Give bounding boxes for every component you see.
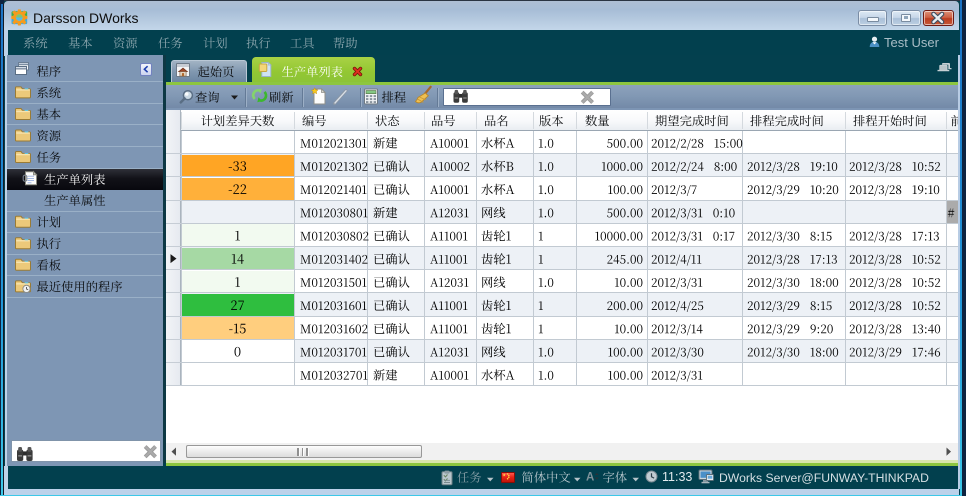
svg-text:A: A <box>586 472 594 484</box>
